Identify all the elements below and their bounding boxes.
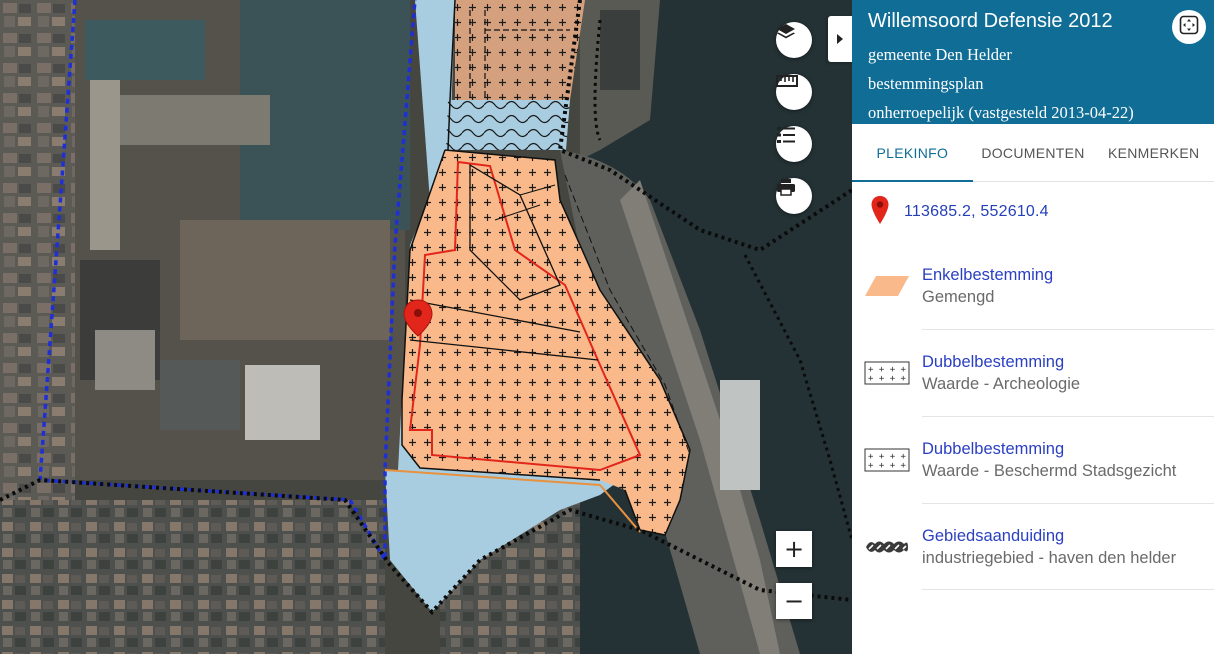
plan-type: bestemmingsplan — [868, 74, 984, 93]
measure-button[interactable] — [776, 74, 812, 110]
legend-value: Waarde - Archeologie — [922, 374, 1081, 393]
layers-button[interactable] — [776, 22, 812, 58]
legend-value: Waarde - Beschermd Stadsgezicht — [922, 461, 1177, 480]
legend-list-button[interactable] — [776, 126, 812, 162]
collapse-panel-tab[interactable] — [828, 16, 852, 62]
tab-documenten[interactable]: DOCUMENTEN — [973, 124, 1094, 181]
zoom-in-button[interactable]: + — [776, 531, 812, 567]
fullscreen-button[interactable] — [1172, 10, 1206, 44]
tab-plekinfo[interactable]: PLEKINFO — [852, 124, 973, 182]
legend-item: Enkelbestemming Gemengd — [864, 242, 1214, 329]
expand-icon — [1179, 15, 1199, 39]
svg-text:+ + + +: + + + + — [868, 374, 907, 384]
info-panel: Willemsoord Defensie 2012 gemeente Den H… — [852, 0, 1214, 654]
legend-value: Gemengd — [922, 287, 995, 306]
legend-type-link[interactable]: Dubbelbestemming — [922, 351, 1080, 373]
legend-item: + + + + + + + + Dubbelbestemming Waarde -… — [864, 329, 1214, 416]
svg-text:+ + + +: + + + + — [868, 461, 907, 471]
tab-kenmerken[interactable]: KENMERKEN — [1093, 124, 1214, 181]
legend-type-link[interactable]: Dubbelbestemming — [922, 438, 1176, 460]
gebiedsaanduiding-swatch-icon — [864, 532, 910, 562]
location-row: 113685.2, 552610.4 — [852, 182, 1214, 242]
legend-item: + + + + + + + + Dubbelbestemming Waarde -… — [864, 416, 1214, 503]
legend-value: industriegebied - haven den helder — [922, 548, 1177, 567]
map-pin-icon — [870, 195, 890, 229]
legend-type-link[interactable]: Enkelbestemming — [922, 264, 1053, 286]
plan-municipality: gemeente Den Helder — [868, 45, 1012, 64]
dubbelbestemming-swatch-icon: + + + + + + + + — [864, 358, 910, 388]
zoom-out-button[interactable]: − — [776, 583, 812, 619]
plan-title: Willemsoord Defensie 2012 — [868, 10, 1113, 32]
print-button[interactable] — [776, 178, 812, 214]
legend-item: Gebiedsaanduiding industriegebied - have… — [864, 503, 1214, 590]
dubbelbestemming-swatch-icon: + + + + + + + + — [864, 445, 910, 475]
panel-tabs: PLEKINFO DOCUMENTEN KENMERKEN — [852, 124, 1214, 182]
plan-header: Willemsoord Defensie 2012 gemeente Den H… — [852, 0, 1214, 124]
map-view[interactable]: + − — [0, 0, 852, 654]
map-canvas[interactable] — [0, 0, 852, 654]
chevron-right-icon — [836, 30, 844, 49]
plan-status: onherroepelijk (vastgesteld 2013-04-22) — [868, 103, 1134, 122]
legend-type-link[interactable]: Gebiedsaanduiding — [922, 525, 1176, 547]
coordinates-text[interactable]: 113685.2, 552610.4 — [904, 203, 1049, 221]
enkelbestemming-swatch-icon — [864, 271, 910, 301]
